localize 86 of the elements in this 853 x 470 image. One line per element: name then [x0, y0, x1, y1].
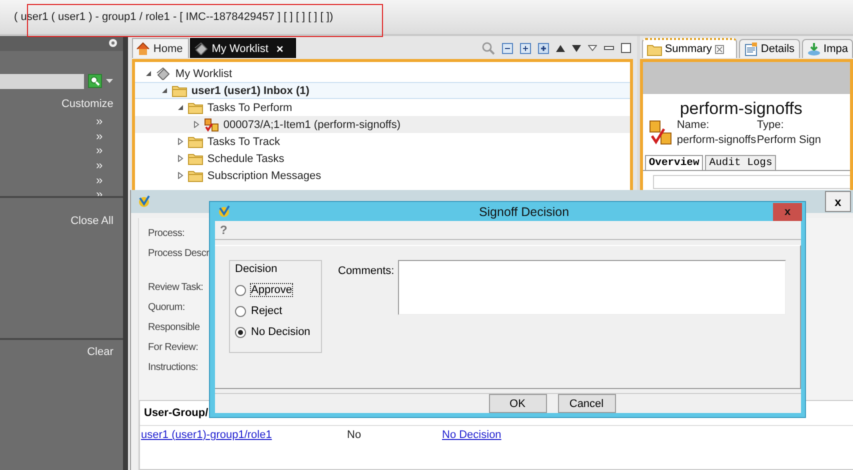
view-tab[interactable]: Summary: [642, 38, 737, 58]
close-icon[interactable]: [714, 44, 724, 54]
tree-item[interactable]: Schedule Tasks: [135, 150, 630, 167]
field-label: Responsible: [148, 322, 200, 334]
expanded-arrow-icon[interactable]: [161, 87, 168, 94]
collapsed-arrow-icon[interactable]: [193, 121, 200, 128]
field-label: Process:: [148, 228, 185, 240]
down-arrow-icon[interactable]: [572, 44, 581, 52]
close-tab-button[interactable]: ×: [276, 42, 284, 56]
download-icon: [806, 42, 821, 56]
dialog-button[interactable]: OK: [488, 394, 546, 413]
expand-chevron[interactable]: »: [96, 114, 103, 128]
expand-chevron[interactable]: »: [96, 158, 103, 172]
expand-all-icon[interactable]: [538, 42, 549, 54]
signoff-tasks-icon: [648, 120, 673, 146]
help-button[interactable]: ?: [220, 223, 228, 237]
object-title: perform-signoffs: [680, 99, 802, 118]
expand-chevron[interactable]: »: [96, 143, 103, 158]
view-tab[interactable]: Impa: [802, 39, 853, 58]
table-cell-text: No: [347, 429, 362, 441]
house-icon: [136, 42, 150, 55]
field-label: Quorum:: [148, 302, 185, 314]
expanded-arrow-icon[interactable]: [177, 104, 184, 111]
folder-icon: [188, 136, 204, 148]
view-tab[interactable]: Overview: [644, 155, 704, 170]
close-all-button[interactable]: Close All: [70, 214, 114, 338]
editor-tab[interactable]: Home: [132, 38, 189, 58]
tree-item[interactable]: Tasks To Track: [135, 133, 630, 150]
view-tab[interactable]: Details: [738, 39, 800, 58]
app-logo-icon: [217, 205, 231, 218]
field-label: Process Descr: [148, 248, 210, 260]
tree-item[interactable]: Subscription Messages: [135, 167, 630, 184]
search-field[interactable]: [0, 74, 84, 89]
tree-item[interactable]: 000073/A;1-Item1 (perform-signoffs): [135, 116, 630, 133]
radio-option[interactable]: No Decision: [235, 326, 321, 338]
view-tab[interactable]: Audit Logs: [705, 155, 776, 170]
clear-button[interactable]: Clear: [87, 346, 114, 470]
dialog-title: Signoff Decision: [478, 204, 570, 218]
caret-icon[interactable]: [106, 79, 113, 84]
folder-icon: [188, 152, 204, 164]
collapsed-arrow-icon[interactable]: [177, 172, 184, 179]
stacked-pages-icon: [194, 42, 209, 55]
tree-item[interactable]: user1 (user1) Inbox (1): [135, 82, 630, 99]
field-label: Instructions:: [148, 362, 198, 374]
editor-tab[interactable]: My Worklist ×: [190, 38, 296, 58]
close-button[interactable]: x: [773, 203, 802, 221]
app-logo-icon: [137, 195, 151, 208]
field-label: For Review:: [148, 342, 198, 354]
view-menu-icon[interactable]: [588, 45, 597, 51]
expanded-arrow-icon[interactable]: [145, 70, 152, 77]
document-icon: [744, 42, 758, 56]
expand-chevron[interactable]: »: [96, 128, 103, 143]
tasks-icon: [204, 118, 220, 132]
tree-item[interactable]: Tasks To Perform: [135, 99, 630, 116]
up-arrow-icon[interactable]: [556, 44, 565, 52]
group-label: Decision: [235, 263, 278, 275]
search-icon[interactable]: [88, 74, 102, 88]
field-value: perform-signoffs: [676, 134, 757, 146]
gear-icon[interactable]: [108, 38, 118, 48]
folder-icon: [646, 42, 662, 56]
radio-option[interactable]: Reject: [235, 305, 321, 317]
table-link[interactable]: user1 (user1)-group1/role1: [140, 429, 347, 441]
field-label: Review Task:: [148, 282, 204, 294]
collapsed-arrow-icon[interactable]: [177, 155, 184, 162]
dialog-button[interactable]: Cancel: [558, 394, 616, 413]
folder-icon: [172, 84, 188, 96]
close-button[interactable]: x: [825, 191, 851, 212]
column-header: User-Group/: [143, 407, 208, 419]
expand-icon[interactable]: [520, 42, 531, 54]
tree-item[interactable]: My Worklist: [135, 65, 630, 82]
folder-icon: [188, 170, 204, 182]
field-label: Comments:: [338, 265, 394, 277]
expand-chevron[interactable]: »: [96, 172, 103, 187]
radio-option[interactable]: Approve: [235, 284, 321, 296]
comments-field[interactable]: [398, 260, 786, 315]
maximize-icon[interactable]: [620, 43, 631, 53]
customize-link[interactable]: Customize: [61, 98, 114, 110]
minimize-icon[interactable]: [604, 46, 614, 50]
field-value: Perform Sign: [756, 134, 822, 146]
folder-icon: [188, 102, 204, 114]
field-label: Name:: [676, 119, 710, 131]
stacked-pages-icon: [156, 67, 172, 80]
table-link[interactable]: No Decision: [442, 429, 502, 441]
collapse-all-icon[interactable]: [502, 42, 513, 54]
collapsed-arrow-icon[interactable]: [177, 138, 184, 145]
field-label: Type:: [756, 119, 785, 131]
